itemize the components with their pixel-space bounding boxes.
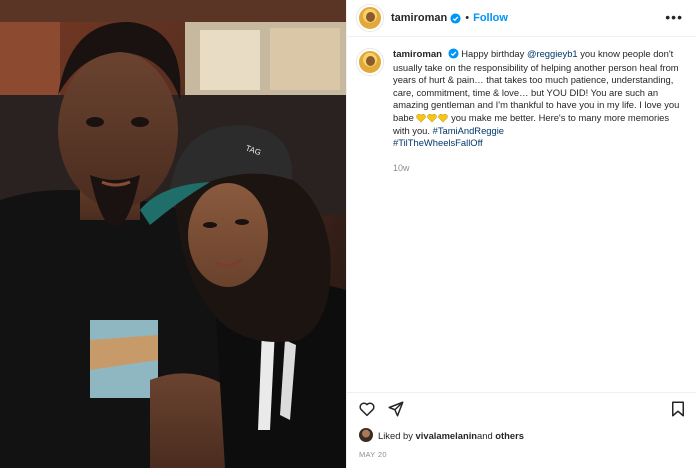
couple-photo-image: TAG xyxy=(0,0,346,468)
bookmark-icon[interactable] xyxy=(669,400,687,418)
yellow-heart-icon xyxy=(416,113,427,123)
post-caption: tamiroman Happy birthday @reggieyb1 you … xyxy=(357,48,687,174)
caption-text-1: Happy birthday xyxy=(461,48,527,59)
likes-others-link[interactable]: others xyxy=(495,430,524,441)
caption-username[interactable]: tamiroman xyxy=(393,49,442,60)
action-bar xyxy=(347,392,696,422)
post-date[interactable]: MAY 20 xyxy=(359,450,387,459)
author-avatar[interactable] xyxy=(357,5,383,31)
likes-prefix: Liked by xyxy=(378,429,413,441)
likes-middle: and xyxy=(477,429,493,441)
caption-time-ago[interactable]: 10w xyxy=(393,162,683,175)
liker-avatar[interactable] xyxy=(359,428,373,442)
yellow-heart-icon xyxy=(427,113,438,123)
post-photo[interactable]: TAG xyxy=(0,0,346,468)
hashtag-link[interactable]: #TamiAndReggie xyxy=(433,125,504,136)
separator-dot: • xyxy=(465,12,470,24)
heart-icon[interactable] xyxy=(358,400,376,418)
more-options-icon[interactable]: ••• xyxy=(665,10,683,24)
hashtag-link[interactable]: #TilTheWheelsFallOff xyxy=(393,137,483,148)
post-header: tamiroman • Follow ••• xyxy=(347,0,696,37)
yellow-hearts xyxy=(416,113,449,123)
caption-avatar[interactable] xyxy=(357,49,383,75)
caption-body: tamiroman Happy birthday @reggieyb1 you … xyxy=(393,48,683,174)
liker-username[interactable]: vivalamelanin xyxy=(416,430,478,441)
caption-mention-link[interactable]: @reggieyb1 xyxy=(527,48,578,59)
likes-summary: Liked by vivalamelanin and others xyxy=(359,428,524,442)
follow-button[interactable]: Follow xyxy=(473,12,508,24)
post-panel: tamiroman • Follow ••• tamiroman Happy b… xyxy=(346,0,696,468)
verified-icon xyxy=(448,48,459,59)
author-username[interactable]: tamiroman xyxy=(391,12,447,24)
yellow-heart-icon xyxy=(438,113,449,123)
share-icon[interactable] xyxy=(387,400,405,418)
verified-icon xyxy=(450,12,461,24)
